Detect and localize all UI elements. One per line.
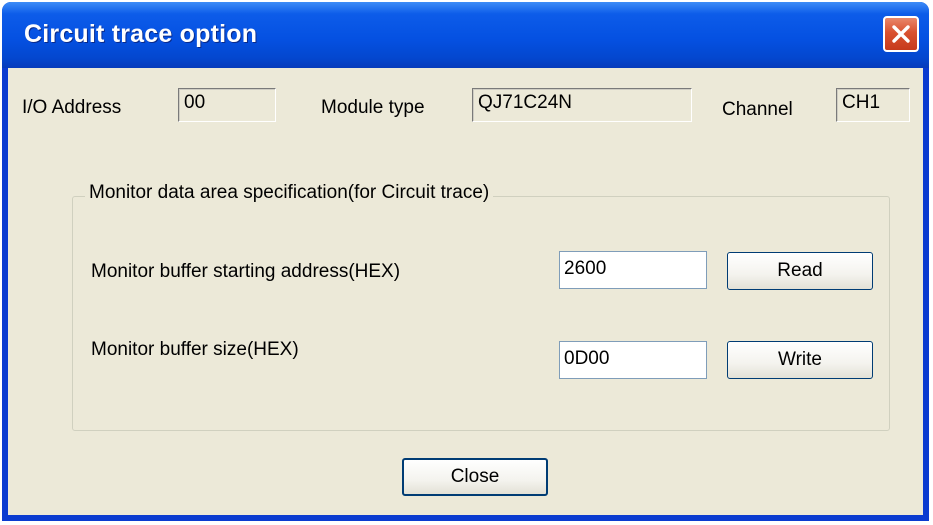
channel-label: Channel bbox=[722, 99, 793, 120]
module-type-field: QJ71C24N bbox=[472, 88, 692, 122]
io-address-label: I/O Address bbox=[22, 97, 122, 118]
buffer-size-label: Monitor buffer size(HEX) bbox=[91, 339, 299, 360]
channel-field: CH1 bbox=[836, 88, 910, 122]
module-type-label: Module type bbox=[321, 97, 425, 118]
window-close-button[interactable] bbox=[883, 16, 919, 52]
close-icon bbox=[892, 25, 910, 43]
start-address-input[interactable]: 2600 bbox=[559, 251, 707, 289]
group-caption: Monitor data area specification(for Circ… bbox=[85, 182, 494, 204]
dialog-body: I/O Address 00 Module type QJ71C24N Chan… bbox=[8, 68, 923, 515]
start-address-label: Monitor buffer starting address(HEX) bbox=[91, 261, 401, 282]
dialog-window: Circuit trace option I/O Address 00 Modu… bbox=[2, 2, 929, 521]
io-address-field: 00 bbox=[178, 88, 276, 122]
title-bar[interactable]: Circuit trace option bbox=[2, 2, 929, 68]
monitor-data-area-group: Monitor data area specification(for Circ… bbox=[72, 182, 890, 431]
read-button[interactable]: Read bbox=[727, 252, 873, 290]
close-button[interactable]: Close bbox=[402, 458, 548, 496]
write-button[interactable]: Write bbox=[727, 341, 873, 379]
buffer-size-input[interactable]: 0D00 bbox=[559, 341, 707, 379]
window-title: Circuit trace option bbox=[24, 20, 258, 48]
